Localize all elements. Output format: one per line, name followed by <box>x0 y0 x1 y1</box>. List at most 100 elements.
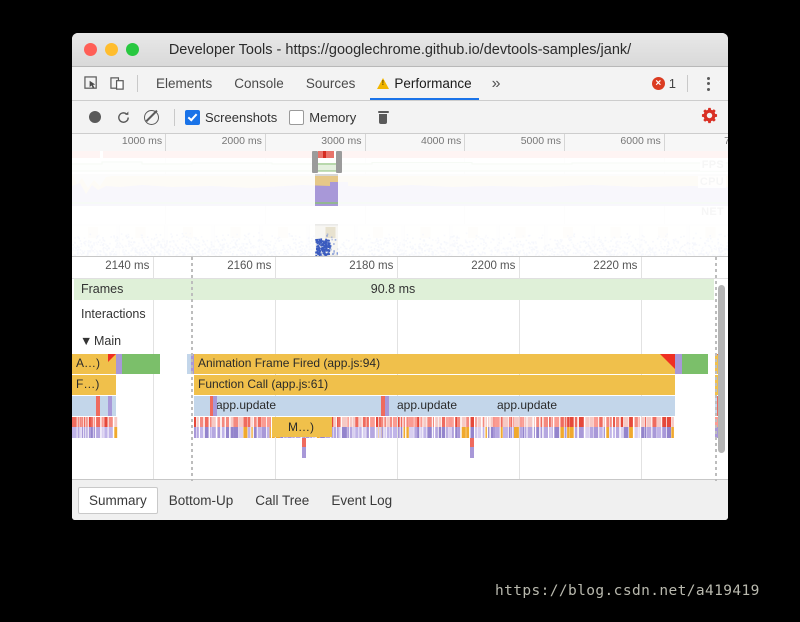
overview-tick-label: 3000 ms <box>321 135 362 147</box>
timeline-overview-pane[interactable]: 1000 ms 2000 ms 3000 ms 4000 ms 5000 ms … <box>72 134 728 257</box>
devtools-tab-strip: Elements Console Sources Performance » ×… <box>72 67 728 101</box>
selection-handle-left[interactable] <box>312 151 319 173</box>
capture-settings-button[interactable] <box>701 107 718 127</box>
tab-summary[interactable]: Summary <box>78 486 158 514</box>
trash-icon <box>377 110 389 124</box>
performance-record-toolbar: Screenshots Memory <box>72 101 728 134</box>
flame-event[interactable]: app.update <box>379 396 491 416</box>
overview-tick-label: 5000 ms <box>520 135 561 147</box>
selection-guide-left <box>191 257 193 481</box>
inspect-element-icon[interactable] <box>78 72 104 96</box>
frames-row[interactable]: Frames 90.8 ms <box>72 278 728 301</box>
flame-event[interactable] <box>675 354 682 374</box>
flame-event[interactable] <box>96 396 100 416</box>
flame-event[interactable] <box>385 396 389 416</box>
frames-row-label: Frames <box>81 282 124 296</box>
flame-track-2: app.update app.update app.update <box>72 396 728 417</box>
flame-tick-label: 2200 ms <box>471 260 516 272</box>
more-tabs-button[interactable]: » <box>483 67 510 100</box>
toolbar-divider <box>137 75 138 92</box>
record-circle-icon <box>89 111 101 123</box>
flame-tick-label: 2180 ms <box>349 260 394 272</box>
warning-corner-icon <box>108 354 116 362</box>
window-title: Developer Tools - https://googlechrome.g… <box>168 41 632 58</box>
dense-events-upper[interactable] <box>72 417 728 427</box>
flame-tick-label: 2220 ms <box>593 260 638 272</box>
overview-tick-label: 6000 ms <box>620 135 661 147</box>
flame-event[interactable] <box>682 354 708 374</box>
screenshots-checkbox-row[interactable]: Screenshots <box>185 109 278 125</box>
overview-tick-label: 1000 ms <box>121 135 163 147</box>
flame-event[interactable] <box>470 438 474 447</box>
flame-event[interactable]: app.update <box>491 396 675 416</box>
minimize-window-button[interactable] <box>105 43 118 56</box>
flame-event[interactable] <box>108 396 112 416</box>
kebab-menu-icon[interactable] <box>699 76 718 91</box>
rec-toolbar-divider <box>174 108 175 126</box>
tabstrip-right-controls: × 1 <box>651 75 722 92</box>
device-toolbar-icon[interactable] <box>104 72 130 96</box>
flame-event[interactable] <box>122 354 160 374</box>
flame-track-3: M…) <box>72 417 728 438</box>
error-circle-icon: × <box>651 77 665 90</box>
overview-dim-left <box>72 151 315 256</box>
tab-elements[interactable]: Elements <box>145 67 223 100</box>
interactions-row[interactable]: Interactions <box>72 301 728 328</box>
frame-duration-label: 90.8 ms <box>370 282 416 296</box>
main-row-header[interactable]: ▼ Main <box>72 328 728 354</box>
details-tab-bar: Summary Bottom-Up Call Tree Event Log <box>72 479 728 520</box>
flame-scrollbar-thumb[interactable] <box>718 285 725 453</box>
panel-tabs: Elements Console Sources Performance » <box>145 67 510 100</box>
flame-event[interactable]: M…) <box>272 417 332 437</box>
traffic-lights <box>72 43 139 56</box>
record-button[interactable] <box>82 105 108 129</box>
tab-call-tree[interactable]: Call Tree <box>244 487 320 514</box>
selection-handle-right[interactable] <box>336 151 343 173</box>
screenshot-root: Developer Tools - https://googlechrome.g… <box>0 0 800 622</box>
flame-event[interactable] <box>213 396 217 416</box>
maximize-window-button[interactable] <box>126 43 139 56</box>
selection-guide-right <box>715 257 717 481</box>
screenshots-label: Screenshots <box>205 109 278 125</box>
flame-event[interactable]: Function Call (app.js:61) <box>194 375 675 395</box>
overview-tick-label: 2000 ms <box>221 135 262 147</box>
flame-track-4 <box>72 438 728 460</box>
main-row-label: Main <box>94 334 122 348</box>
flame-event[interactable]: Animation Frame Fired (app.js:94) <box>194 354 675 374</box>
tab-bottom-up[interactable]: Bottom-Up <box>158 487 245 514</box>
tab-event-log[interactable]: Event Log <box>320 487 403 514</box>
window-title-bar: Developer Tools - https://googlechrome.g… <box>72 33 728 67</box>
memory-label: Memory <box>309 109 357 125</box>
close-window-button[interactable] <box>84 43 97 56</box>
watermark-text: https://blog.csdn.net/a419419 <box>495 583 760 599</box>
tab-performance-label: Performance <box>394 76 472 91</box>
devtools-window: Developer Tools - https://googlechrome.g… <box>72 33 728 520</box>
tab-sources[interactable]: Sources <box>295 67 367 100</box>
interactions-row-label: Interactions <box>81 307 146 321</box>
tab-sources-label: Sources <box>305 76 356 91</box>
flame-event[interactable]: F…) <box>72 375 116 395</box>
screenshots-checkbox[interactable] <box>185 109 200 125</box>
error-count-label: 1 <box>668 76 676 91</box>
warning-triangle-icon <box>377 78 390 89</box>
error-count-badge[interactable]: × 1 <box>651 76 676 91</box>
flame-track-1: F…) Function Call (app.js:61) <box>72 375 728 396</box>
clear-recording-button[interactable] <box>138 105 164 129</box>
tab-console[interactable]: Console <box>223 67 295 100</box>
reload-and-record-button[interactable] <box>110 105 136 129</box>
warning-corner-icon <box>660 354 675 369</box>
flame-chart-pane[interactable]: 2140 ms 2160 ms 2180 ms 2200 ms 2220 ms … <box>72 257 728 481</box>
dense-events-lower[interactable] <box>72 427 728 438</box>
overview-tick-label: 7000 m <box>724 135 728 147</box>
flame-tick-label: 2160 ms <box>227 260 272 272</box>
tab-performance[interactable]: Performance <box>366 67 482 100</box>
tab-console-label: Console <box>234 76 284 91</box>
memory-checkbox-row[interactable]: Memory <box>289 109 357 125</box>
collect-garbage-button[interactable] <box>368 105 394 129</box>
main-expander-icon[interactable]: ▼ <box>80 334 92 348</box>
flame-chart-ruler: 2140 ms 2160 ms 2180 ms 2200 ms 2220 ms <box>72 257 728 481</box>
flame-event[interactable]: app.update <box>194 396 379 416</box>
flame-event[interactable] <box>302 438 306 447</box>
flame-track-0: A…) Animation Frame Fired (app.js:94) <box>72 354 728 375</box>
memory-checkbox[interactable] <box>289 109 305 125</box>
